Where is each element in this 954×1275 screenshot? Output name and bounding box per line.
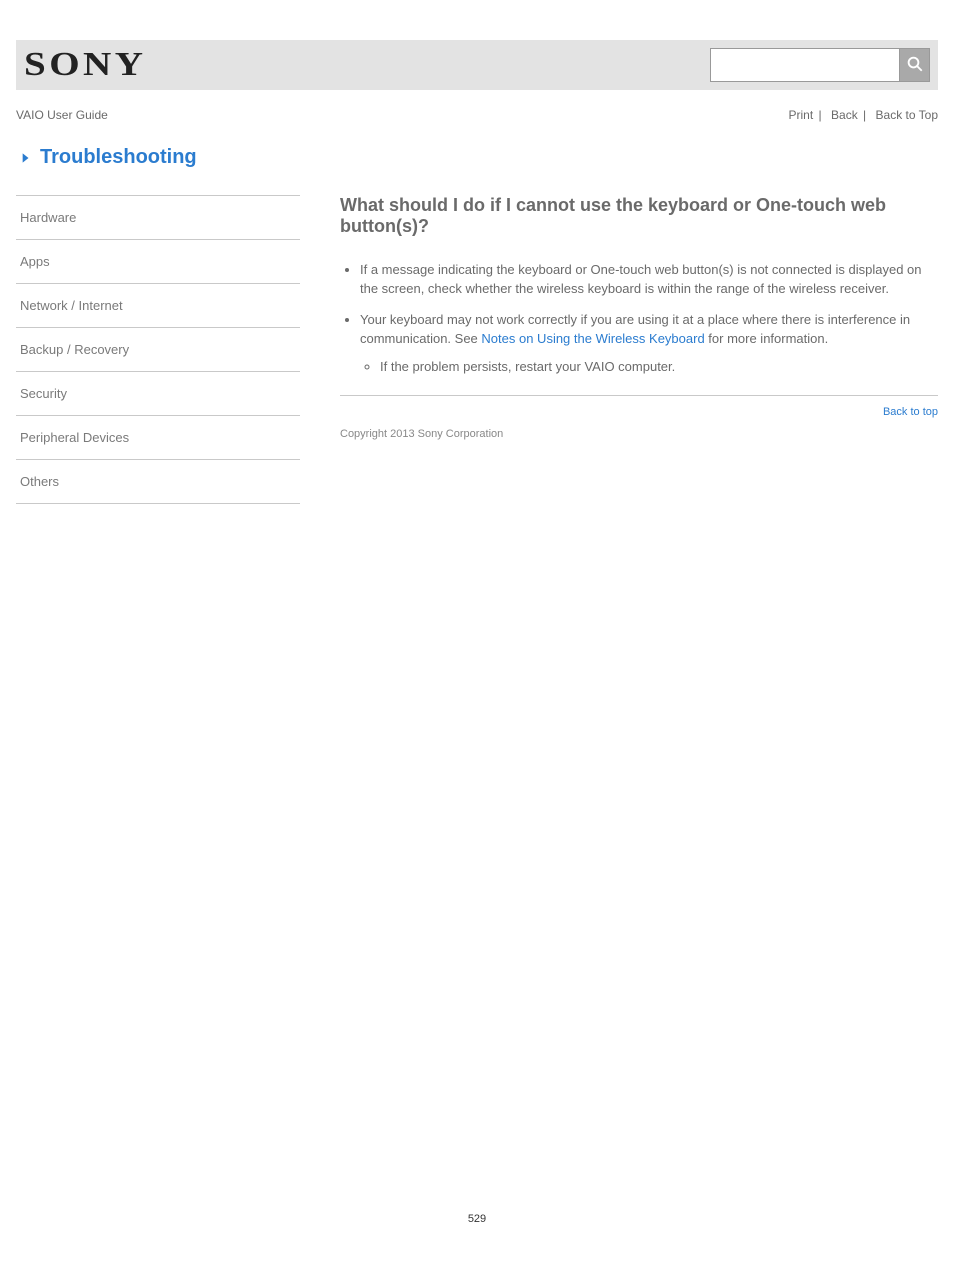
back-link[interactable]: Back bbox=[831, 108, 858, 122]
back-to-top-link[interactable]: Back to Top bbox=[876, 108, 938, 122]
page-number: 529 bbox=[0, 1213, 954, 1225]
search-button[interactable] bbox=[900, 48, 930, 82]
divider bbox=[340, 395, 938, 396]
sidebar-item-security[interactable]: Security bbox=[16, 372, 300, 416]
back-to-top-inline[interactable]: Back to top bbox=[883, 406, 938, 418]
list-item-text: for more information. bbox=[705, 331, 829, 346]
sub-list-item: If the problem persists, restart your VA… bbox=[380, 358, 938, 377]
print-link[interactable]: Print bbox=[789, 108, 814, 122]
search-icon bbox=[906, 55, 924, 76]
inline-link[interactable]: Notes on Using the Wireless Keyboard bbox=[481, 331, 704, 346]
sidebar-nav: Hardware Apps Network / Internet Backup … bbox=[16, 195, 300, 504]
sidebar-item-apps[interactable]: Apps bbox=[16, 240, 300, 284]
top-links: Print | Back | Back to Top bbox=[785, 108, 938, 122]
article-title: What should I do if I cannot use the key… bbox=[340, 195, 938, 237]
sidebar-item-peripheral[interactable]: Peripheral Devices bbox=[16, 416, 300, 460]
sidebar-item-others[interactable]: Others bbox=[16, 460, 300, 504]
list-item: If a message indicating the keyboard or … bbox=[360, 261, 938, 299]
section-headline-text: Troubleshooting bbox=[40, 146, 197, 169]
separator: | bbox=[819, 108, 822, 122]
sidebar-item-network[interactable]: Network / Internet bbox=[16, 284, 300, 328]
search-input[interactable] bbox=[710, 48, 900, 82]
list-item: Your keyboard may not work correctly if … bbox=[360, 311, 938, 378]
search-form bbox=[710, 48, 930, 82]
model-label: VAIO User Guide bbox=[16, 108, 108, 122]
sidebar-item-backup[interactable]: Backup / Recovery bbox=[16, 328, 300, 372]
top-row: VAIO User Guide Print | Back | Back to T… bbox=[16, 108, 938, 122]
main-content: What should I do if I cannot use the key… bbox=[300, 195, 938, 504]
copyright-text: Copyright 2013 Sony Corporation bbox=[340, 428, 938, 440]
section-headline: Troubleshooting bbox=[16, 146, 938, 169]
brand-logo: SONY bbox=[24, 46, 146, 84]
separator: | bbox=[863, 108, 866, 122]
sidebar-item-hardware[interactable]: Hardware bbox=[16, 195, 300, 240]
header-bar: SONY bbox=[16, 40, 938, 90]
article-list: If a message indicating the keyboard or … bbox=[340, 261, 938, 377]
chevron-right-icon bbox=[16, 151, 34, 165]
